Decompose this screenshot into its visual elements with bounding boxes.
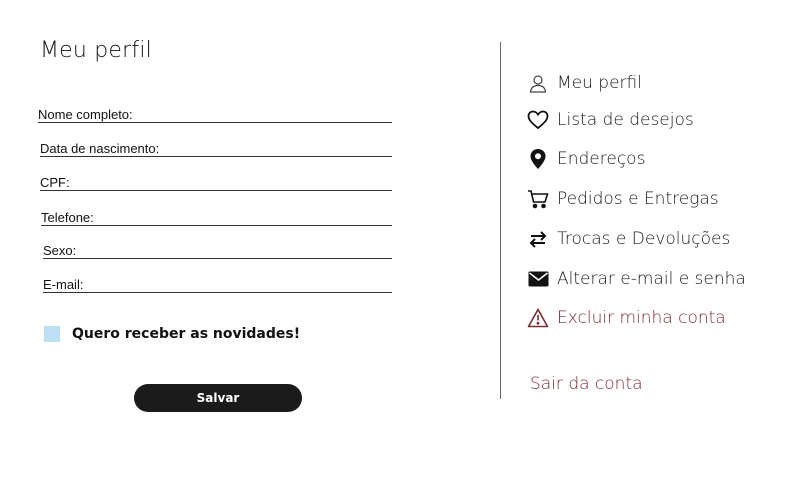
envelope-icon <box>527 268 549 290</box>
newsletter-checkbox[interactable] <box>44 326 60 342</box>
birth-date-input[interactable] <box>160 138 392 156</box>
cpf-field[interactable]: CPF: <box>40 169 392 191</box>
phone-label: Telefone: <box>41 210 94 225</box>
gender-label: Sexo: <box>43 243 77 258</box>
field-underline <box>41 225 392 226</box>
user-icon <box>527 72 549 94</box>
sidebar-item-change-credentials[interactable]: Alterar e-mail e senha <box>527 268 746 290</box>
sidebar-item-addresses[interactable]: Endereços <box>527 148 645 170</box>
cart-icon <box>527 188 549 210</box>
full-name-label: Nome completo: <box>38 107 133 122</box>
profile-form: Nome completo: Data de nascimento: CPF: … <box>0 0 460 494</box>
cpf-input[interactable] <box>74 172 392 190</box>
newsletter-label: Quero receber as novidades! <box>72 326 301 342</box>
sidebar-item-returns[interactable]: Trocas e Devoluções <box>527 228 730 250</box>
sidebar-item-label: Excluir minha conta <box>557 308 726 328</box>
sidebar-item-label: Lista de desejos <box>557 110 694 130</box>
location-pin-icon <box>527 148 549 170</box>
birth-date-field[interactable]: Data de nascimento: <box>40 135 392 157</box>
heart-icon <box>527 109 549 131</box>
sidebar-item-label: Meu perfil <box>557 73 642 93</box>
save-button[interactable]: Salvar <box>134 384 302 412</box>
vertical-divider <box>500 42 501 399</box>
phone-field[interactable]: Telefone: <box>41 204 392 226</box>
cpf-label: CPF: <box>40 175 70 190</box>
warning-icon <box>527 307 549 329</box>
email-label: E-mail: <box>43 277 84 292</box>
logout-link[interactable]: Sair da conta <box>530 374 643 394</box>
sidebar-item-label: Alterar e-mail e senha <box>557 269 746 289</box>
exchange-arrows-icon <box>527 228 549 250</box>
field-underline <box>38 122 392 123</box>
email-field[interactable]: E-mail: <box>43 271 392 293</box>
gender-input[interactable] <box>83 240 392 258</box>
field-underline <box>43 292 392 293</box>
birth-date-label: Data de nascimento: <box>40 141 160 156</box>
full-name-field[interactable]: Nome completo: <box>38 101 392 123</box>
sidebar-item-wishlist[interactable]: Lista de desejos <box>527 109 694 131</box>
sidebar-item-label: Pedidos e Entregas <box>557 189 719 209</box>
sidebar-item-orders[interactable]: Pedidos e Entregas <box>527 188 719 210</box>
full-name-input[interactable] <box>138 104 392 122</box>
newsletter-option[interactable]: Quero receber as novidades! <box>44 326 300 342</box>
field-underline <box>40 190 392 191</box>
phone-input[interactable] <box>99 207 392 225</box>
sidebar-item-label: Trocas e Devoluções <box>557 229 731 249</box>
field-underline <box>40 156 392 157</box>
email-input[interactable] <box>89 274 392 292</box>
sidebar-item-label: Endereços <box>557 149 646 169</box>
field-underline <box>43 258 392 259</box>
gender-field[interactable]: Sexo: <box>43 237 392 259</box>
sidebar-item-my-profile[interactable]: Meu perfil <box>527 72 642 94</box>
sidebar-item-delete-account[interactable]: Excluir minha conta <box>527 307 726 329</box>
